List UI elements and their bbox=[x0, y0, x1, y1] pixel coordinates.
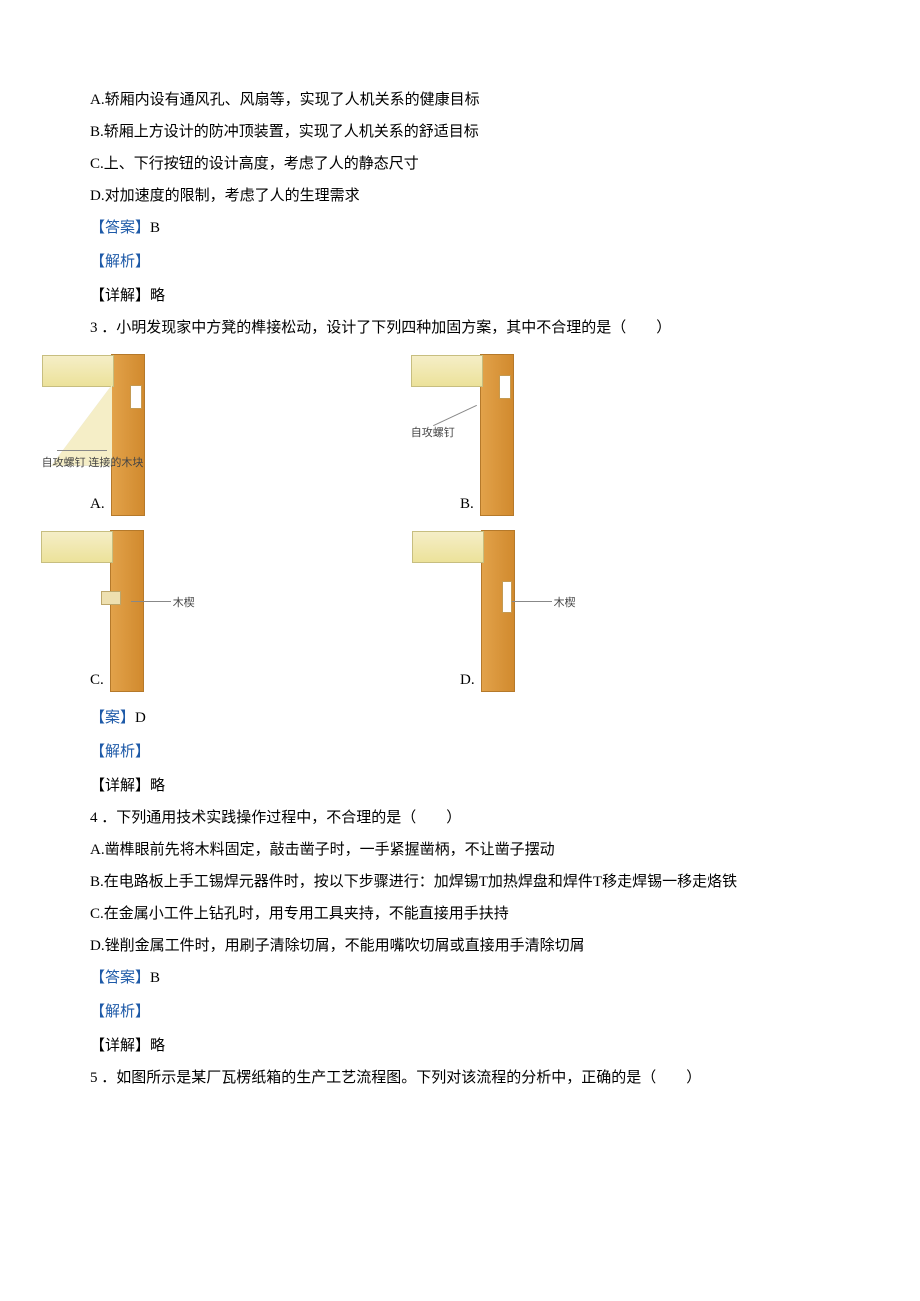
q2-option-b: B.轿厢上方设计的防冲顶装置，实现了人机关系的舒适目标 bbox=[90, 120, 830, 144]
q3-detail: 【详解】略 bbox=[90, 774, 830, 798]
q3-analysis: 【解析】 bbox=[90, 740, 830, 764]
q4-option-b: B.在电路板上手工锡焊元器件时，按以下步骤进行：加焊锡T加热焊盘和焊件T移走焊锡… bbox=[90, 870, 830, 894]
q3-option-a: A. 自攻螺钉 连接的木块 bbox=[90, 354, 460, 516]
q3-letter-d: D. bbox=[460, 668, 475, 692]
answer-value: D bbox=[135, 710, 146, 726]
q2-answer: 【答案】B bbox=[90, 216, 830, 240]
q3-label-c: 木楔 bbox=[173, 595, 195, 613]
answer-label: 【案】 bbox=[90, 710, 135, 726]
answer-label: 【答案】 bbox=[90, 970, 150, 986]
q3-figure-c: 木楔 bbox=[110, 530, 144, 692]
q2-option-d: D.对加速度的限制，考虑了人的生理需求 bbox=[90, 184, 830, 208]
q3-label-a: 自攻螺钉 连接的木块 bbox=[42, 455, 144, 473]
q3-option-d: D. 木楔 bbox=[460, 530, 760, 692]
q3-figure-a: 自攻螺钉 连接的木块 bbox=[111, 354, 145, 516]
q3-answer: 【案】D bbox=[90, 706, 830, 730]
q3-figure-d: 木楔 bbox=[481, 530, 515, 692]
q3-row1: A. 自攻螺钉 连接的木块 B. 自攻螺钉 bbox=[90, 354, 830, 516]
q4-analysis: 【解析】 bbox=[90, 1000, 830, 1024]
q2-option-c: C.上、下行按钮的设计高度，考虑了人的静态尺寸 bbox=[90, 152, 830, 176]
q3-letter-b: B. bbox=[460, 492, 474, 516]
q4-option-c: C.在金属小工件上钻孔时，用专用工具夹持，不能直接用手扶持 bbox=[90, 902, 830, 926]
q3-letter-a: A. bbox=[90, 492, 105, 516]
q3-option-c: C. 木楔 bbox=[90, 530, 460, 692]
q3-figure-b: 自攻螺钉 bbox=[480, 354, 514, 516]
q3-row2: C. 木楔 D. 木楔 bbox=[90, 530, 830, 692]
q2-detail: 【详解】略 bbox=[90, 284, 830, 308]
q4-answer: 【答案】B bbox=[90, 966, 830, 990]
q2-analysis: 【解析】 bbox=[90, 250, 830, 274]
q3-option-b: B. 自攻螺钉 bbox=[460, 354, 760, 516]
q3-stem: 3 ．小明发现家中方凳的榫接松动，设计了下列四种加固方案，其中不合理的是（ ） bbox=[90, 316, 830, 340]
answer-value: B bbox=[150, 220, 160, 236]
q4-detail: 【详解】略 bbox=[90, 1034, 830, 1058]
q3-label-d: 木楔 bbox=[554, 595, 576, 613]
q2-option-a: A.轿厢内设有通风孔、风扇等，实现了人机关系的健康目标 bbox=[90, 88, 830, 112]
q5-stem: 5 ．如图所示是某厂瓦楞纸箱的生产工艺流程图。下列对该流程的分析中，正确的是（ … bbox=[90, 1066, 830, 1090]
q4-option-a: A.凿榫眼前先将木料固定，敲击凿子时，一手紧握凿柄，不让凿子摆动 bbox=[90, 838, 830, 862]
q4-option-d: D.锉削金属工件时，用刷子清除切屑，不能用嘴吹切屑或直接用手清除切屑 bbox=[90, 934, 830, 958]
q4-stem: 4 ．下列通用技术实践操作过程中，不合理的是（ ） bbox=[90, 806, 830, 830]
answer-value: B bbox=[150, 970, 160, 986]
q3-label-b: 自攻螺钉 bbox=[411, 425, 455, 443]
answer-label: 【答案】 bbox=[90, 220, 150, 236]
q3-letter-c: C. bbox=[90, 668, 104, 692]
